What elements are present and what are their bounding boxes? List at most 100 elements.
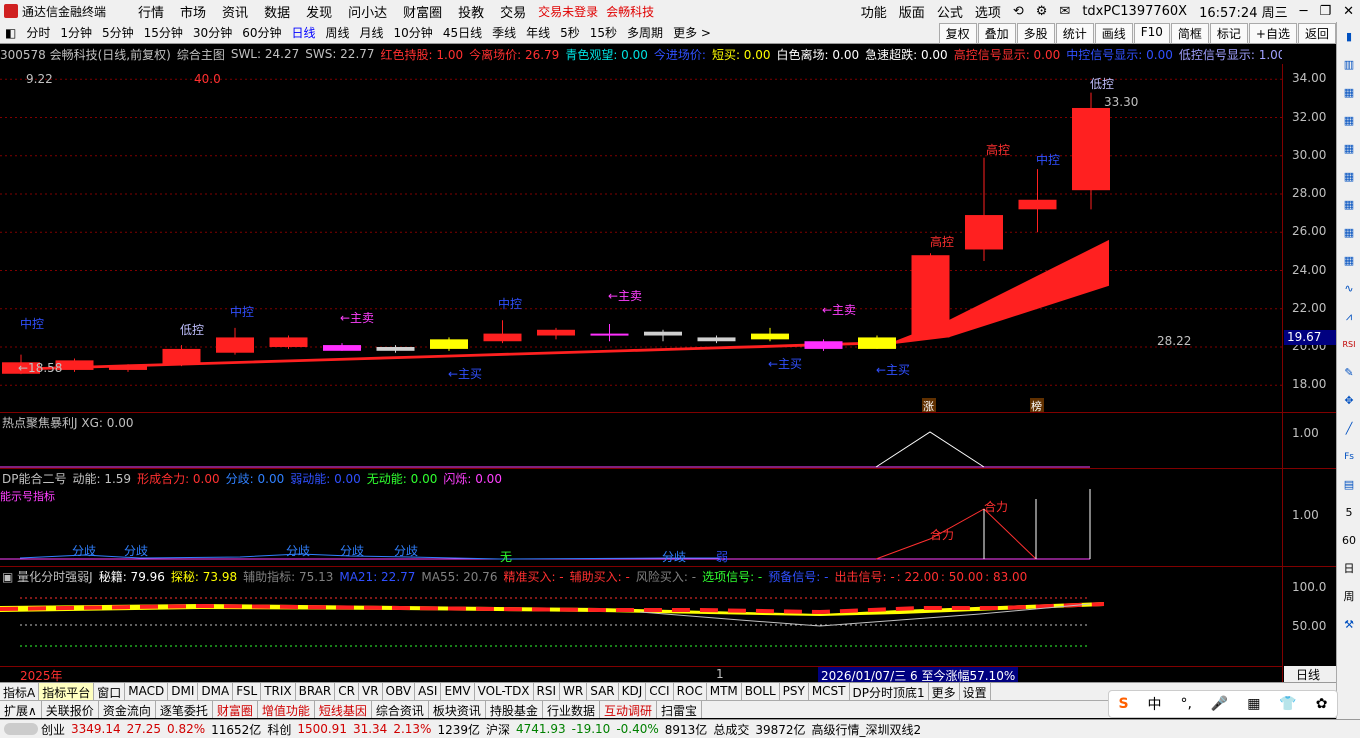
draw-icon[interactable]: ╱: [1340, 420, 1358, 438]
toolbar-button[interactable]: 简框: [1170, 23, 1209, 44]
toggle-switch[interactable]: [4, 723, 38, 735]
indicator-tab[interactable]: OBV: [383, 683, 416, 700]
indicator-tab[interactable]: BRAR: [296, 683, 336, 700]
index-name[interactable]: 创业: [38, 721, 68, 738]
menu-item[interactable]: 公式: [931, 2, 969, 21]
indicator-tab[interactable]: TRIX: [261, 683, 296, 700]
period-tab-active[interactable]: 日线: [286, 24, 320, 41]
indicator-tab[interactable]: MCST: [809, 683, 850, 700]
ime-skin-icon[interactable]: 👕: [1279, 696, 1296, 712]
account-label[interactable]: tdxPC1397760X: [1076, 4, 1193, 19]
period-tab[interactable]: 10分钟: [389, 24, 438, 41]
indicator-tab[interactable]: CCI: [646, 683, 674, 700]
pane3-chart[interactable]: [0, 584, 1282, 666]
toolbar-button[interactable]: 叠加: [977, 23, 1016, 44]
period-tab[interactable]: 多周期: [622, 24, 668, 41]
grid-icon[interactable]: ▦: [1340, 196, 1358, 214]
period-tab[interactable]: 分时: [21, 24, 55, 41]
move-icon[interactable]: ✥: [1340, 392, 1358, 410]
chart-badge[interactable]: 榜: [1031, 399, 1042, 412]
stats-icon[interactable]: ▤: [1340, 476, 1358, 494]
menu-item[interactable]: 选项: [969, 2, 1007, 21]
trade-login-status[interactable]: 交易未登录: [534, 3, 602, 20]
trend-icon[interactable]: ⩘: [1340, 308, 1358, 326]
menu-item[interactable]: 财富圈: [395, 2, 450, 21]
toolbar-button[interactable]: 复权: [938, 23, 977, 44]
fs-icon[interactable]: Fs: [1340, 448, 1358, 466]
indicator-tab[interactable]: DMI: [168, 683, 199, 700]
period-tab[interactable]: 周线: [321, 24, 355, 41]
extension-tab[interactable]: 财富圈: [213, 701, 258, 718]
toolbar-button[interactable]: 统计: [1055, 23, 1094, 44]
menu-item[interactable]: 发现: [298, 2, 340, 21]
menu-item[interactable]: 资讯: [214, 2, 256, 21]
close-icon[interactable]: ✕: [1337, 4, 1360, 19]
refresh-icon[interactable]: ⟲: [1007, 4, 1030, 19]
indicator-tab[interactable]: 设置: [960, 683, 991, 700]
extension-tab[interactable]: 行业数据: [543, 701, 600, 718]
wave-icon[interactable]: ∿: [1340, 280, 1358, 298]
menu-item[interactable]: 功能: [855, 2, 893, 21]
candlestick-chart[interactable]: 中控 低控中控 ←主卖←主买中控←主卖←主买←主卖←主买高控高控中控低控←18.58…: [0, 64, 1282, 412]
indicator-tab[interactable]: ASI: [415, 683, 442, 700]
message-icon[interactable]: ✉: [1053, 4, 1076, 19]
extension-tab[interactable]: 扩展∧: [0, 701, 42, 718]
menu-item[interactable]: 版面: [893, 2, 931, 21]
indicator-tab[interactable]: DMA: [198, 683, 234, 700]
extension-tab[interactable]: 资金流向: [99, 701, 156, 718]
period-tab[interactable]: 5分钟: [97, 24, 139, 41]
pane3-indicator-name[interactable]: 量化分时强弱J: [17, 570, 93, 584]
grid-icon[interactable]: ▦: [1340, 112, 1358, 130]
index-name[interactable]: 沪深: [483, 721, 513, 738]
candlestick-icon[interactable]: ▥: [1340, 56, 1358, 74]
data-feed[interactable]: 高级行情_深圳双线2: [809, 721, 925, 738]
indicator-tab[interactable]: 指标平台: [39, 683, 95, 700]
indicator-tab[interactable]: EMV: [441, 683, 475, 700]
indicator-tab[interactable]: FSL: [233, 683, 262, 700]
indicator-tab[interactable]: BOLL: [742, 683, 780, 700]
grid-icon[interactable]: ▦: [1340, 252, 1358, 270]
ime-punct[interactable]: °,: [1180, 696, 1191, 712]
period-tab[interactable]: 季线: [487, 24, 521, 41]
ime-toolbar[interactable]: S 中 °, 🎤 ▦ 👕 ✿: [1108, 690, 1338, 718]
period-tab[interactable]: 5秒: [555, 24, 585, 41]
menu-item[interactable]: 行情: [130, 2, 172, 21]
toolbar-button[interactable]: F10: [1133, 23, 1170, 44]
pane-icon[interactable]: ▣: [2, 570, 17, 584]
indicator-tab[interactable]: SAR: [587, 683, 619, 700]
pane2-chart[interactable]: 分歧 分歧 分歧 分歧 分歧无分歧 弱合力合力: [0, 469, 1282, 566]
indicator-tab[interactable]: WR: [560, 683, 588, 700]
chart-badge[interactable]: 涨: [923, 400, 934, 412]
tools-icon[interactable]: ✎: [1340, 364, 1358, 382]
sixty-icon[interactable]: 60: [1340, 532, 1358, 550]
grid-icon[interactable]: ▦: [1340, 140, 1358, 158]
indicator-tab[interactable]: PSY: [780, 683, 809, 700]
rsi-icon[interactable]: RSI: [1340, 336, 1358, 354]
toggle-icon[interactable]: ◧: [0, 26, 21, 40]
indicator-tab[interactable]: 窗口: [94, 683, 126, 700]
chart-type-icon[interactable]: ▮: [1340, 28, 1358, 46]
menu-item[interactable]: 交易: [492, 2, 534, 21]
indicator-tab[interactable]: CR: [335, 683, 359, 700]
index-name[interactable]: 科创: [264, 721, 294, 738]
extension-tab[interactable]: 综合资讯: [372, 701, 429, 718]
grid-icon[interactable]: ▦: [1340, 224, 1358, 242]
extension-tab[interactable]: 扫雷宝: [657, 701, 702, 718]
settings-icon[interactable]: ⚙: [1030, 4, 1054, 19]
period-tab[interactable]: 月线: [355, 24, 389, 41]
grid-icon[interactable]: ▦: [1340, 84, 1358, 102]
indicator-tab[interactable]: 指标A: [0, 683, 40, 700]
menu-item[interactable]: 市场: [172, 2, 214, 21]
toolbox-icon[interactable]: ⚒: [1340, 616, 1358, 634]
indicator-tab[interactable]: DP分时顶底1: [850, 683, 929, 700]
period-tab[interactable]: 60分钟: [237, 24, 286, 41]
indicator-tab[interactable]: VOL-TDX: [475, 683, 534, 700]
indicator-tab[interactable]: VR: [359, 683, 383, 700]
extension-tab[interactable]: 增值功能: [258, 701, 315, 718]
indicator-tab[interactable]: RSI: [534, 683, 561, 700]
extension-tab[interactable]: 关联报价: [42, 701, 99, 718]
extension-tab[interactable]: 持股基金: [486, 701, 543, 718]
toolbar-button[interactable]: 标记: [1209, 23, 1248, 44]
toolbar-button[interactable]: 多股: [1016, 23, 1055, 44]
period-tab[interactable]: 年线: [521, 24, 555, 41]
